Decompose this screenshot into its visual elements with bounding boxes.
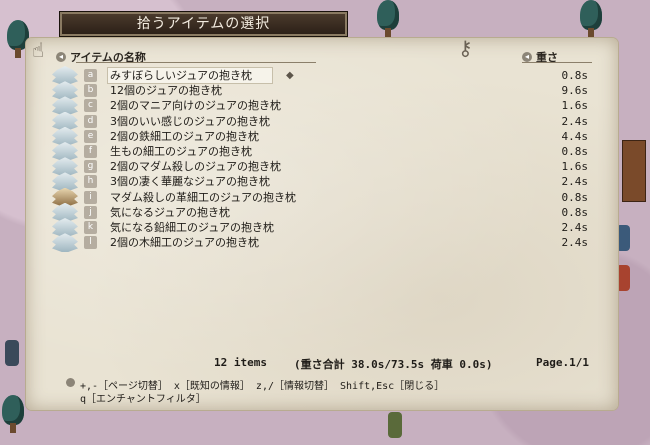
hotkey-label: j (84, 205, 97, 219)
item-row[interactable]: i マダム殺しの革細工のジュアの抱き枕 0.8s (52, 187, 600, 207)
snowy-tree (0, 395, 26, 435)
item-name: 2個の鉄細工のジュアの抱き枕 (110, 129, 260, 143)
item-weight: 2.4s (561, 175, 589, 189)
item-weight: 2.4s (561, 221, 589, 234)
key-ring-icon: ⚷ (458, 36, 473, 60)
page-indicator: Page.1/1 (536, 356, 589, 369)
item-row[interactable]: e 2個の鉄細工のジュアの抱き枕 4.4s (52, 126, 600, 146)
hotkey-label: b (84, 84, 97, 98)
bullet-icon: ◂ (522, 52, 532, 62)
item-name: みすぼらしいジュアの抱き枕 (107, 67, 274, 84)
window-title: 拾うアイテムの選択 (60, 12, 347, 36)
hotkey-label: d (84, 114, 97, 128)
pillow-item-icon (52, 233, 78, 253)
hotkey-label: a (84, 69, 97, 82)
hotkey-label: f (84, 145, 97, 158)
item-weight: 0.8s (561, 190, 589, 204)
item-row[interactable]: a みすぼらしいジュアの抱き枕 0.8s ◆ (52, 66, 600, 85)
item-weight: 1.6s (561, 160, 589, 174)
bullet-icon: ◂ (56, 52, 66, 62)
item-weight: 0.8s (561, 145, 589, 158)
item-count: 12 items (214, 356, 267, 369)
item-row[interactable]: d 3個のいい感じのジュアの抱き枕 2.4s (52, 111, 600, 131)
character (5, 340, 19, 366)
item-name: 生もの細工のジュアの抱き枕 (110, 145, 253, 158)
item-name: 12個のジュアの抱き枕 (110, 84, 223, 98)
item-row[interactable]: j 気になるジュアの抱き枕 0.8s (52, 202, 600, 222)
hotkey-label: i (84, 190, 97, 204)
key-help-line: q［エンチャントフィルタ］ (80, 394, 206, 405)
item-name: 2個のマダム殺しのジュアの抱き枕 (110, 160, 282, 174)
shelf (622, 140, 646, 202)
item-weight: 0.8s (561, 205, 589, 219)
item-row[interactable]: f 生もの細工のジュアの抱き枕 0.8s (52, 142, 600, 161)
item-row[interactable]: c 2個のマニア向けのジュアの抱き枕 1.6s (52, 96, 600, 116)
item-row[interactable]: l 2個の木細工のジュアの抱き枕 2.4s (52, 233, 600, 253)
hotkey-label: h (84, 175, 97, 189)
hotkey-label: l (84, 236, 97, 250)
hotkey-label: e (84, 129, 97, 143)
item-weight: 4.4s (561, 129, 589, 143)
header-divider (522, 62, 592, 63)
item-row[interactable]: k 気になる鉛細工のジュアの抱き枕 2.4s (52, 218, 600, 237)
item-row[interactable]: g 2個のマダム殺しのジュアの抱き枕 1.6s (52, 157, 600, 177)
item-row[interactable]: h 3個の凄く華麗なジュアの抱き枕 2.4s (52, 172, 600, 192)
item-name: マダム殺しの革細工のジュアの抱き枕 (110, 190, 297, 204)
item-weight: 2.4s (561, 236, 589, 250)
item-name: 2個のマニア向けのジュアの抱き枕 (110, 99, 282, 113)
hotkey-label: c (84, 99, 97, 113)
selection-cursor-icon: ◆ (286, 70, 294, 81)
item-row[interactable]: b 12個のジュアの抱き枕 9.6s (52, 81, 600, 101)
snowy-tree (375, 0, 401, 40)
item-name: 2個の木細工のジュアの抱き枕 (110, 236, 260, 250)
pointing-hand-icon: ☝ (32, 38, 45, 62)
item-weight: 0.8s (561, 69, 589, 82)
item-weight: 9.6s (561, 84, 589, 98)
weight-totals: (重さ合計 38.0s/73.5s 荷車 0.0s) (294, 358, 493, 371)
header-divider (76, 62, 316, 63)
character (388, 412, 402, 438)
hotkey-label: g (84, 160, 97, 174)
hotkey-label: k (84, 221, 97, 234)
snowy-tree (578, 0, 604, 40)
item-name: 3個のいい感じのジュアの抱き枕 (110, 114, 271, 128)
hint-bullet-icon (66, 378, 75, 387)
item-weight: 1.6s (561, 99, 589, 113)
item-name: 気になるジュアの抱き枕 (110, 205, 231, 219)
item-name: 3個の凄く華麗なジュアの抱き枕 (110, 175, 271, 189)
character (616, 225, 630, 251)
character (616, 265, 630, 291)
item-weight: 2.4s (561, 114, 589, 128)
item-name: 気になる鉛細工のジュアの抱き枕 (110, 221, 275, 234)
